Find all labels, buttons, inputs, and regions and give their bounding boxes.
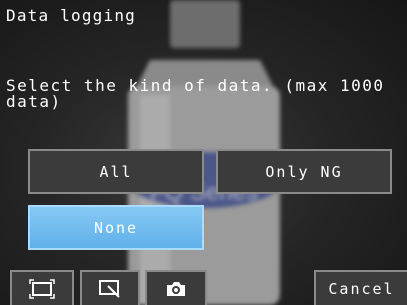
- fit-view-icon: [29, 278, 55, 299]
- zoom-select-icon: [98, 279, 122, 299]
- capture-image-button[interactable]: [145, 270, 207, 305]
- option-none-button[interactable]: None: [28, 205, 204, 250]
- option-all-button[interactable]: All: [28, 149, 204, 194]
- camera-icon: [165, 280, 187, 298]
- option-only-ng-button[interactable]: Only NG: [216, 149, 392, 194]
- page-title: Data logging: [6, 6, 136, 25]
- zoom-select-button[interactable]: [80, 270, 140, 305]
- display-screen: FQ Series Data logging Select the kind o…: [0, 0, 407, 305]
- dialog-prompt: Select the kind of data. (max 1000 data): [6, 76, 385, 111]
- fit-view-button[interactable]: [10, 270, 74, 305]
- cancel-button[interactable]: Cancel: [314, 270, 407, 305]
